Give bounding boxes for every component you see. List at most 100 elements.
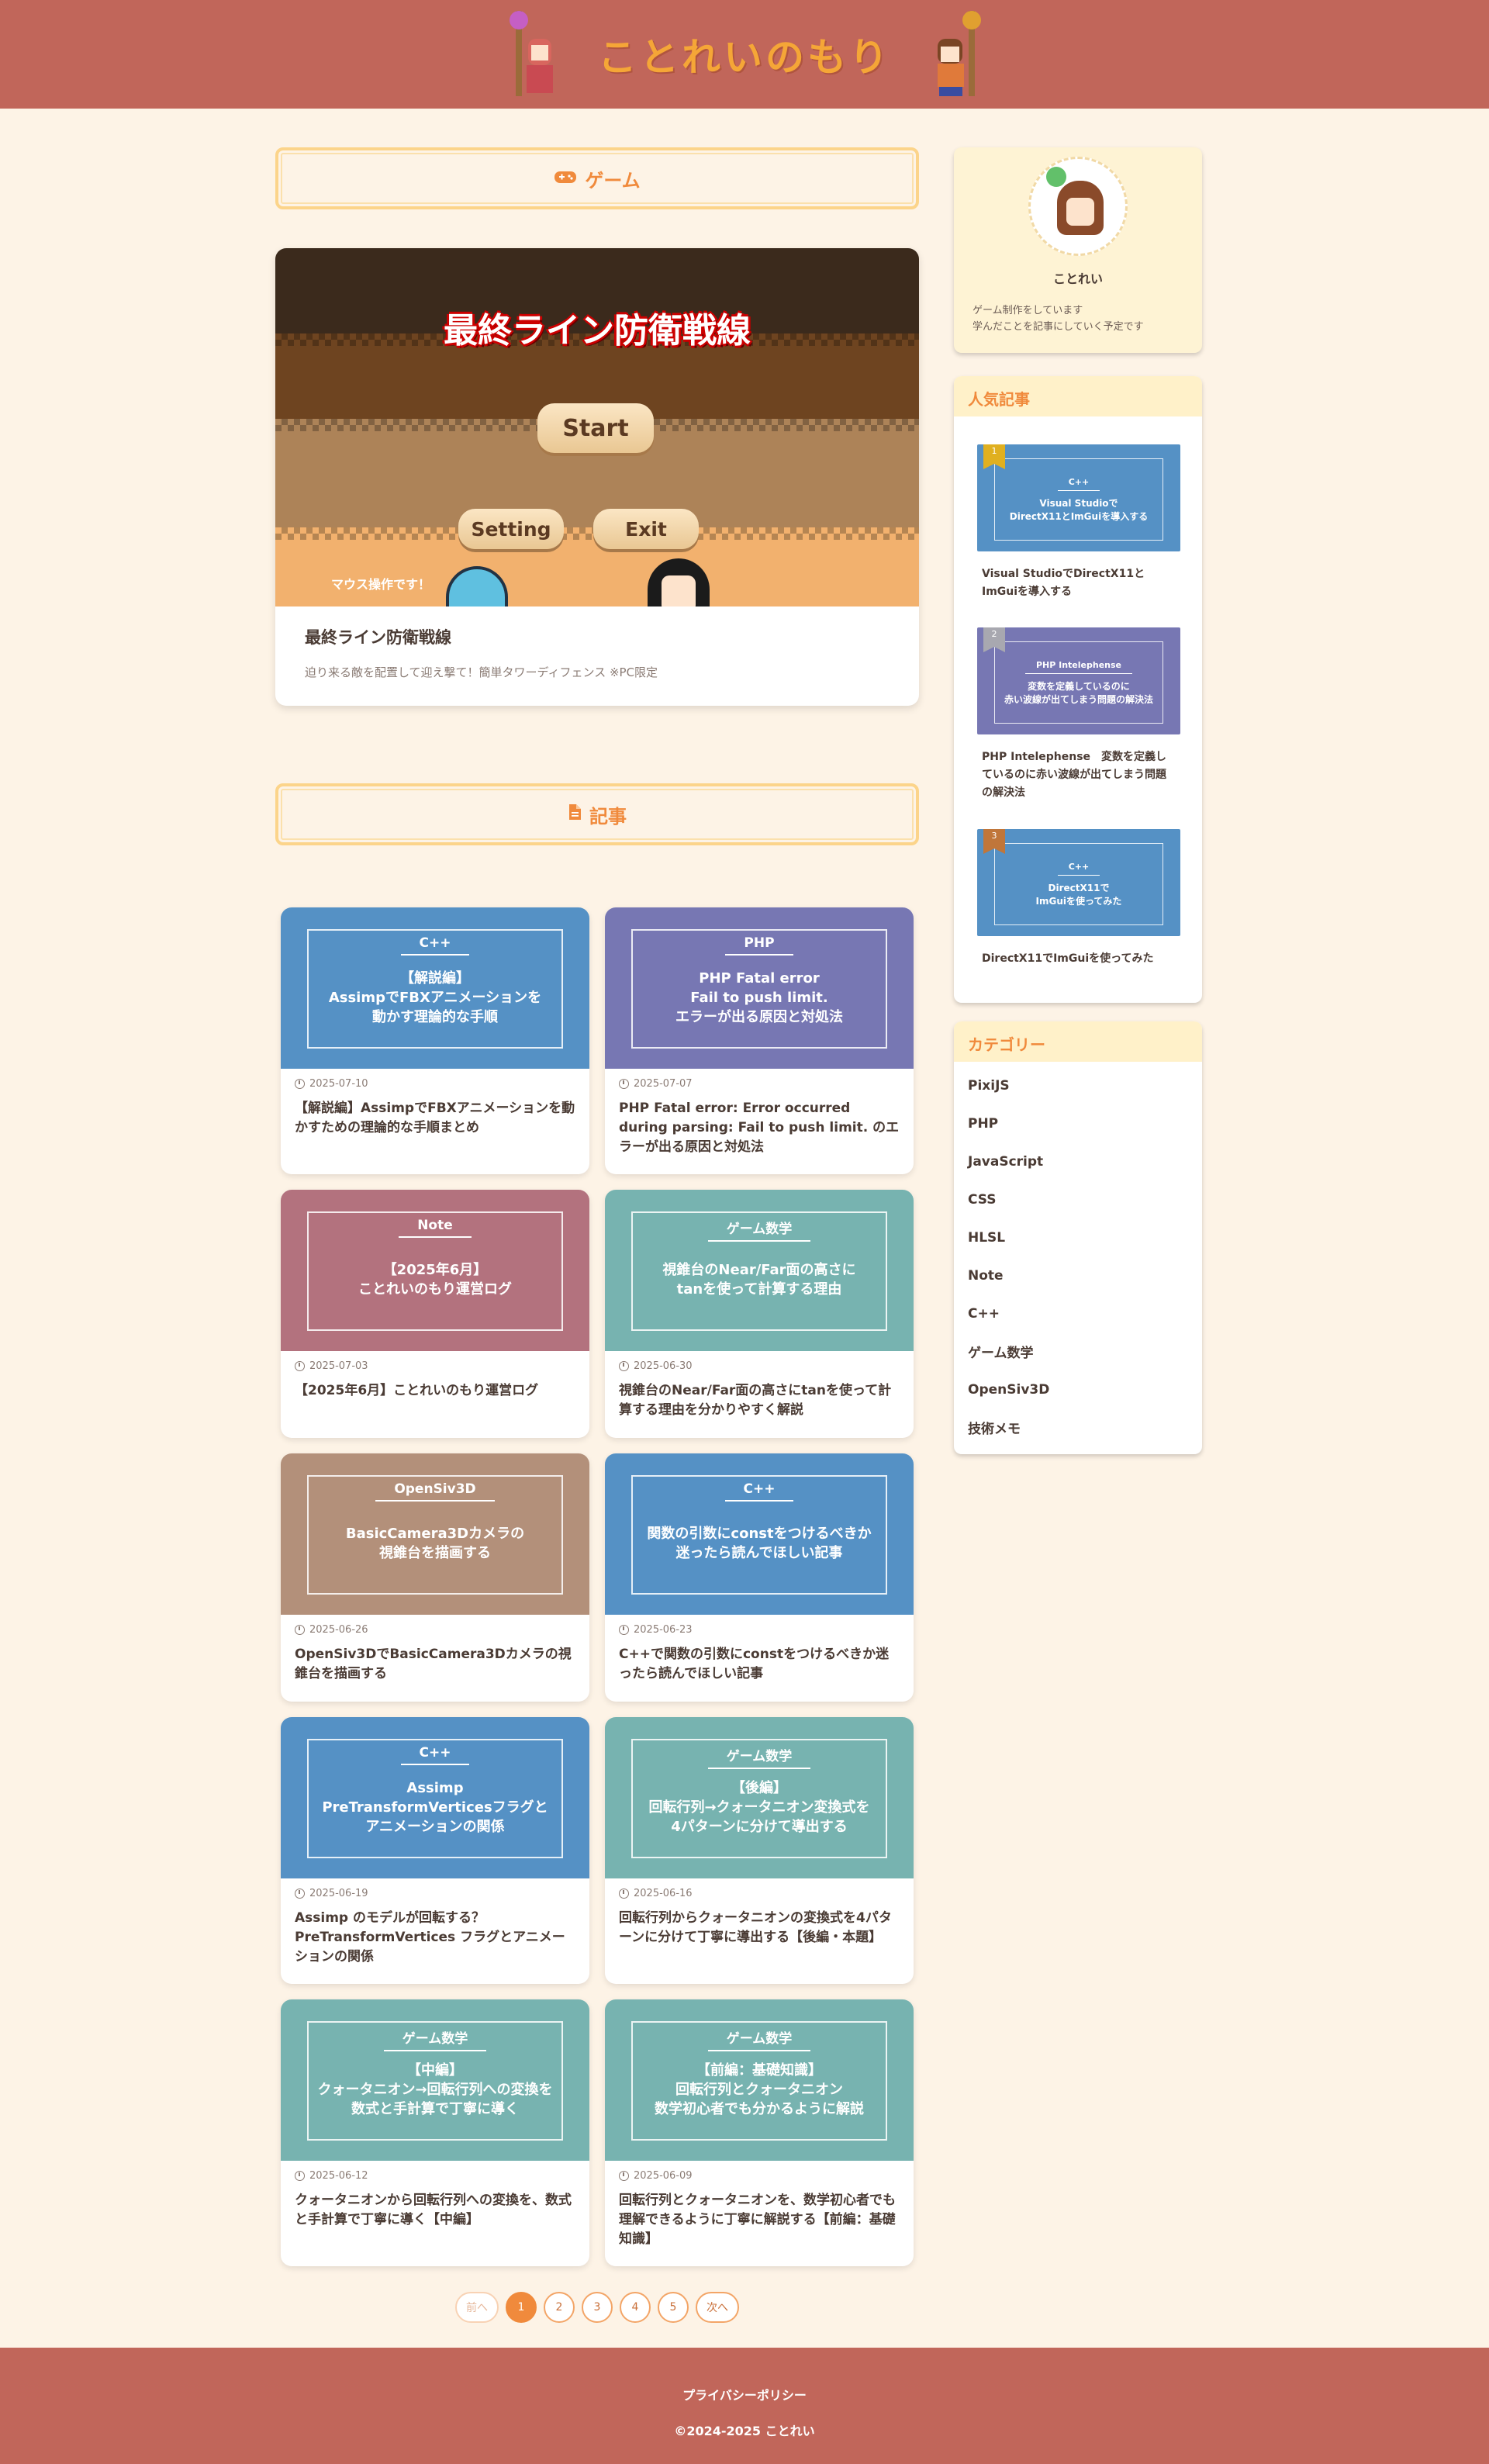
article-thumbnail: ゲーム数学 【前編：基礎知識】 回転行列とクォータニオン 数学初心者でも分かるよう… [605,1999,914,2161]
clock-icon [295,2171,305,2181]
category-item[interactable]: C++ [968,1294,1188,1332]
article-title[interactable]: Assimp のモデルが回転する？PreTransformVertices フラ… [281,1899,589,1967]
article-title[interactable]: OpenSiv3DでBasicCamera3Dカメラの視錐台を描画する [281,1636,589,1684]
article-card[interactable]: ゲーム数学 【後編】 回転行列→クォータニオン変換式を 4パターンに分けて導出する… [605,1717,914,1984]
site-title[interactable]: ことれいのもり [582,26,907,82]
document-icon [568,803,582,825]
game-screenshot: 最終ライン防衛戦線 Start Setting Exit マウス操作です！ [275,248,919,606]
article-card[interactable]: C++ 【解説編】 AssimpでFBXアニメーションを 動かす理論的な手順 202… [281,907,589,1174]
popular-thumbnail-frame: C++ Visual Studioで DirectX11とImGuiを導入する [994,458,1163,541]
thumbnail-category-label: Note [399,1218,472,1238]
popular-thumbnail-frame: C++ DirectX11で ImGuiを使ってみた [994,843,1163,925]
category-item[interactable]: OpenSiv3D [968,1370,1188,1408]
article-date-text: 2025-07-10 [309,1078,368,1090]
article-date-text: 2025-06-19 [309,1888,368,1899]
article-title[interactable]: クォータニオンから回転行列への変換を、数式と手計算で丁寧に導く【中編】 [281,2182,589,2230]
thumbnail-frame: C++ 関数の引数にconstをつけるべきか 迷ったら読んでほしい記事 [631,1475,887,1595]
game-card[interactable]: 最終ライン防衛戦線 Start Setting Exit マウス操作です！ 最終… [275,248,919,706]
thumbnail-title: 視錐台のNear/Far面の高さに tanを使って計算する理由 [662,1262,856,1298]
category-item[interactable]: 技術メモ [968,1408,1188,1446]
article-card[interactable]: PHP PHP Fatal error Fail to push limit. エ… [605,907,914,1174]
article-title[interactable]: C++で関数の引数にconstをつけるべきか迷ったら読んでほしい記事 [605,1636,914,1684]
thumbnail-frame: C++ Assimp PreTransformVerticesフラグと アニメーシ… [307,1739,563,1858]
game-title[interactable]: 最終ライン防衛戦線 [275,606,919,648]
pagination-next[interactable]: 次へ [696,2292,739,2323]
category-heading: カテゴリー [954,1021,1202,1062]
popular-thumbnail-frame: PHP Intelephense 変数を定義しているのに 赤い波線が出てしまう問題… [994,641,1163,724]
thumbnail-category: C++ [633,1481,886,1502]
article-date-text: 2025-06-23 [634,1624,693,1636]
pagination-page-3[interactable]: 3 [582,2292,613,2323]
article-card[interactable]: ゲーム数学【中編】 クォータニオン→回転行列への変換を 数式と手計算で丁寧に導く… [281,1999,589,2266]
popular-thumbnail-title: 変数を定義しているのに 赤い波線が出てしまう問題の解決法 [1004,681,1153,705]
category-item[interactable]: Note [968,1256,1188,1294]
thumbnail-category: ゲーム数学 [633,1218,886,1242]
category-item[interactable]: PHP [968,1104,1188,1142]
popular-thumbnail: C++ Visual Studioで DirectX11とImGuiを導入する 1 [977,444,1180,551]
category-item[interactable]: ゲーム数学 [968,1332,1188,1370]
category-item[interactable]: CSS [968,1180,1188,1218]
game-description: 迫り来る敵を配置して迎え撃て！簡単タワーディフェンス ※PC限定 [305,665,658,679]
article-date: 2025-06-09 [605,2161,914,2182]
popular-item[interactable]: C++ DirectX11で ImGuiを使ってみた 3 DirectX11でImGu… [977,829,1180,968]
category-item[interactable]: HLSL [968,1218,1188,1256]
thumbnail-title: 【後編】 回転行列→クォータニオン変換式を 4パターンに分けて導出する [648,1779,870,1835]
thumbnail-title: Assimp PreTransformVerticesフラグと アニメーションの… [322,1779,548,1835]
article-card[interactable]: C++ Assimp PreTransformVerticesフラグと アニメーシ… [281,1717,589,1984]
privacy-policy-link[interactable]: プライバシーポリシー [0,2385,1489,2404]
thumbnail-frame: Note 【2025年6月】 ことれいのもり運営ログ [307,1211,563,1331]
popular-thumbnail: PHP Intelephense 変数を定義しているのに 赤い波線が出てしまう問題… [977,627,1180,734]
article-card[interactable]: Note 【2025年6月】 ことれいのもり運営ログ 2025-07-03 【2025… [281,1190,589,1438]
girl-sprite [648,558,710,606]
pagination-page-4[interactable]: 4 [620,2292,651,2323]
game-section-heading: ゲーム [275,147,919,209]
popular-item[interactable]: C++ Visual Studioで DirectX11とImGuiを導入する 1 V… [977,444,1180,601]
category-item[interactable]: PixiJS [968,1066,1188,1104]
thumbnail-frame: C++ 【解説編】 AssimpでFBXアニメーションを 動かす理論的な手順 [307,929,563,1049]
article-date-text: 2025-07-03 [309,1360,368,1372]
clock-icon [619,1889,629,1899]
pagination-page-1[interactable]: 1 [506,2292,537,2323]
category-list: PixiJS PHP JavaScript CSS HLSL Note C++ ゲーム数学 Op… [954,1062,1202,1454]
article-thumbnail: Note 【2025年6月】 ことれいのもり運営ログ [281,1190,589,1351]
article-thumbnail: C++ Assimp PreTransformVerticesフラグと アニメーシ… [281,1717,589,1878]
thumbnail-title: 関数の引数にconstをつけるべきか 迷ったら読んでほしい記事 [647,1526,872,1561]
article-title[interactable]: 回転行列とクォータニオンを、数学初心者でも理解できるように丁寧に解説する【前編：… [605,2182,914,2249]
game-logo-text: 最終ライン防衛戦線 [444,311,751,351]
thumbnail-category: C++ [309,935,561,956]
article-thumbnail: C++ 【解説編】 AssimpでFBXアニメーションを 動かす理論的な手順 [281,907,589,1069]
article-title[interactable]: 視錐台のNear/Far面の高さにtanを使って計算する理由を分かりやすく解説 [605,1372,914,1420]
article-card[interactable]: OpenSiv3D BasicCamera3Dカメラの 視錐台を描画する 2025-… [281,1453,589,1702]
thumbnail-category: OpenSiv3D [309,1481,561,1502]
article-date-text: 2025-06-26 [309,1624,368,1636]
category-item[interactable]: JavaScript [968,1142,1188,1180]
pagination-page-5[interactable]: 5 [658,2292,689,2323]
article-title[interactable]: 【解説編】AssimpでFBXアニメーションを動かすための理論的な手順まとめ [281,1090,589,1138]
article-date: 2025-06-16 [605,1878,914,1899]
profile-card: ことれい ゲーム制作をしています 学んだことを記事にしていく予定です [954,147,1202,353]
article-date-text: 2025-06-12 [309,2170,368,2182]
thumbnail-title: 【中編】 クォータニオン→回転行列への変換を 数式と手計算で丁寧に導く [317,2061,553,2117]
article-card[interactable]: ゲーム数学 【前編：基礎知識】 回転行列とクォータニオン 数学初心者でも分かるよう… [605,1999,914,2266]
popular-title[interactable]: Visual StudioでDirectX11とImGuiを導入する [977,551,1180,601]
popular-thumbnail-category: C++ [1057,860,1100,876]
sidebar: ことれい ゲーム制作をしています 学んだことを記事にしていく予定です 人気記事 … [954,147,1202,1454]
pagination-prev[interactable]: 前へ [455,2292,499,2323]
article-card[interactable]: C++ 関数の引数にconstをつけるべきか 迷ったら読んでほしい記事 2025-0… [605,1453,914,1702]
popular-title[interactable]: DirectX11でImGuiを使ってみた [977,936,1180,968]
article-title[interactable]: PHP Fatal error: Error occurred during p… [605,1090,914,1157]
article-thumbnail: C++ 関数の引数にconstをつけるべきか 迷ったら読んでほしい記事 [605,1453,914,1615]
thumbnail-category: ゲーム数学 [633,2027,886,2051]
game-exit-button: Exit [593,509,699,549]
thumbnail-category: ゲーム数学 [309,2027,561,2051]
article-card[interactable]: ゲーム数学 視錐台のNear/Far面の高さに tanを使って計算する理由 2025… [605,1190,914,1438]
thumbnail-title: BasicCamera3Dカメラの 視錐台を描画する [345,1526,525,1561]
article-title[interactable]: 【2025年6月】ことれいのもり運営ログ [281,1372,589,1401]
thumbnail-category-label: OpenSiv3D [375,1481,495,1502]
clock-icon [619,2171,629,2181]
pagination-page-2[interactable]: 2 [544,2292,575,2323]
popular-title[interactable]: PHP Intelephense 変数を定義しているのに赤い波線が出てしまう問題… [977,734,1180,802]
clock-icon [295,1889,305,1899]
popular-item[interactable]: PHP Intelephense 変数を定義しているのに 赤い波線が出てしまう問題… [977,627,1180,802]
article-title[interactable]: 回転行列からクォータニオンの変換式を4パターンに分けて丁寧に導出する【後編・本題… [605,1899,914,1947]
